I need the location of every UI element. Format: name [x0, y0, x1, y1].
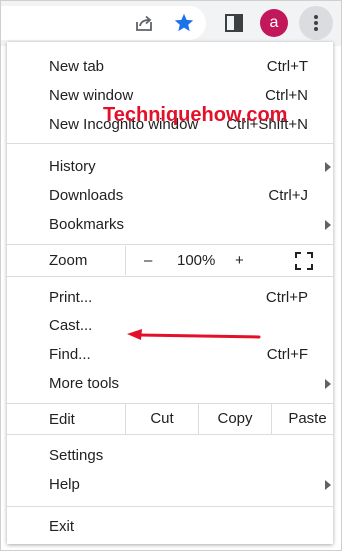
menu-divider — [7, 276, 333, 277]
zoom-divider — [125, 246, 126, 275]
submenu-arrow-icon — [325, 162, 331, 172]
menu-item-bookmarks[interactable]: Bookmarks — [7, 210, 333, 239]
menu-item-label: Settings — [49, 447, 104, 464]
zoom-in-button[interactable]: + — [235, 252, 244, 269]
zoom-out-button[interactable]: – — [144, 252, 152, 269]
menu-item-shortcut: Ctrl+P — [265, 289, 308, 306]
bookmark-star-icon[interactable] — [168, 7, 200, 39]
menu-item-exit[interactable]: Exit — [7, 512, 333, 541]
fullscreen-icon[interactable] — [295, 252, 313, 274]
menu-item-print[interactable]: Print... Ctrl+P — [7, 283, 333, 312]
menu-item-label: New window — [49, 87, 134, 104]
submenu-arrow-icon — [325, 379, 331, 389]
zoom-label: Zoom — [49, 252, 88, 269]
menu-item-new-tab[interactable]: New tab Ctrl+T — [7, 52, 333, 81]
menu-item-label: Cast... — [49, 317, 93, 334]
browser-toolbar: a — [0, 0, 342, 46]
menu-divider — [7, 143, 333, 144]
avatar[interactable]: a — [260, 9, 288, 37]
copy-button[interactable]: Copy — [199, 410, 271, 427]
menu-item-edit: Edit Cut Copy Paste — [7, 404, 333, 434]
menu-item-label: Find... — [49, 346, 91, 363]
menu-item-shortcut: Ctrl+N — [265, 87, 308, 104]
menu-item-more-tools[interactable]: More tools — [7, 369, 333, 398]
more-vert-icon[interactable] — [299, 6, 333, 40]
menu-divider — [7, 244, 333, 245]
menu-item-label: Print... — [49, 289, 93, 306]
edit-label: Edit — [49, 411, 75, 428]
menu-item-label: More tools — [49, 375, 120, 392]
menu-item-zoom: Zoom – 100% + — [7, 246, 333, 275]
menu-item-label: Bookmarks — [49, 216, 125, 233]
menu-item-settings[interactable]: Settings — [7, 441, 333, 470]
menu-item-label: Help — [49, 476, 80, 493]
paste-button[interactable]: Paste — [272, 410, 342, 427]
menu-item-label: History — [49, 158, 96, 175]
zoom-level: 100% — [177, 252, 216, 269]
share-icon[interactable] — [128, 7, 160, 39]
menu-item-downloads[interactable]: Downloads Ctrl+J — [7, 181, 333, 210]
menu-divider — [7, 506, 333, 507]
menu-divider — [7, 434, 333, 435]
watermark-text: Techniquehow.com — [103, 104, 288, 126]
menu-item-label: Downloads — [49, 187, 124, 204]
annotation-arrow-icon — [127, 329, 261, 340]
menu-item-shortcut: Ctrl+F — [266, 346, 308, 363]
side-panel-icon[interactable] — [218, 7, 250, 39]
menu-item-find[interactable]: Find... Ctrl+F — [7, 340, 333, 369]
menu-item-shortcut: Ctrl+T — [266, 58, 308, 75]
menu-item-label: Exit — [49, 518, 75, 535]
avatar-letter: a — [269, 14, 279, 31]
menu-item-shortcut: Ctrl+J — [268, 187, 308, 204]
menu-item-history[interactable]: History — [7, 152, 333, 181]
cut-button[interactable]: Cut — [126, 410, 198, 427]
submenu-arrow-icon — [325, 480, 331, 490]
submenu-arrow-icon — [325, 220, 331, 230]
menu-item-help[interactable]: Help — [7, 470, 333, 499]
menu-item-label: New tab — [49, 58, 105, 75]
